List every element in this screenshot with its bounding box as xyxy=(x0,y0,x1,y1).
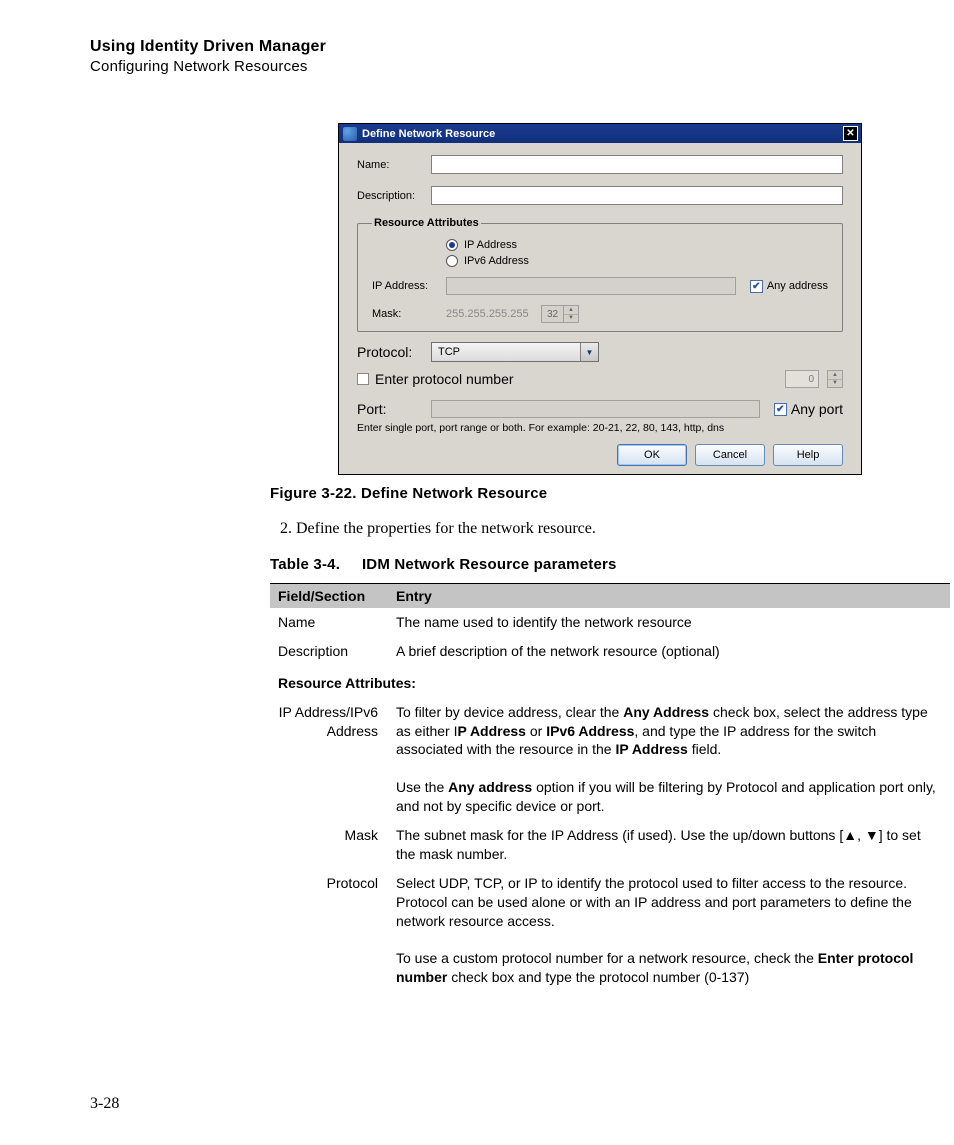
dialog-titlebar: Define Network Resource ✕ xyxy=(339,124,861,143)
mask-spinner-value: 32 xyxy=(542,306,564,322)
table-row: Protocol Select UDP, TCP, or IP to ident… xyxy=(270,869,950,992)
table-row: Description A brief description of the n… xyxy=(270,637,950,666)
ipv6-address-radio[interactable] xyxy=(446,255,458,267)
cancel-button[interactable]: Cancel xyxy=(695,444,765,466)
define-network-resource-dialog: Define Network Resource ✕ Name: Descript… xyxy=(338,123,862,475)
any-address-label: Any address xyxy=(767,280,828,292)
parameters-table: Field/Section Entry Name The name used t… xyxy=(270,583,950,992)
name-field[interactable] xyxy=(431,155,843,174)
mask-label: Mask: xyxy=(372,308,446,320)
ok-button[interactable]: OK xyxy=(617,444,687,466)
protocol-number-field[interactable] xyxy=(785,370,819,388)
ipv6-address-radio-label: IPv6 Address xyxy=(464,255,529,267)
chevron-up-icon[interactable]: ▲ xyxy=(828,371,842,380)
description-field[interactable] xyxy=(431,186,843,205)
any-port-checkbox[interactable]: ✔ xyxy=(774,403,787,416)
step-text: 2. Define the properties for the network… xyxy=(280,520,874,538)
table-caption: Table 3-4. IDM Network Resource paramete… xyxy=(270,556,874,573)
enter-protocol-number-checkbox[interactable] xyxy=(357,373,369,385)
port-field[interactable] xyxy=(431,400,760,418)
col-field: Field/Section xyxy=(270,584,388,609)
name-label: Name: xyxy=(357,159,431,171)
dialog-body: Name: Description: Resource Attributes I… xyxy=(339,143,861,474)
ip-address-radio-label: IP Address xyxy=(464,239,517,251)
ip-address-radio[interactable] xyxy=(446,239,458,251)
chevron-down-icon: ▼ xyxy=(580,343,598,361)
port-label: Port: xyxy=(357,401,431,417)
chevron-down-icon[interactable]: ▼ xyxy=(828,380,842,388)
table-row: Name The name used to identify the netwo… xyxy=(270,608,950,637)
resource-attributes-group: Resource Attributes IP Address IPv6 Addr… xyxy=(357,217,843,332)
page-number: 3-28 xyxy=(90,1095,119,1113)
doc-subtitle: Configuring Network Resources xyxy=(90,58,874,75)
resource-attributes-legend: Resource Attributes xyxy=(372,217,481,229)
app-icon xyxy=(343,127,357,141)
table-row: Resource Attributes: xyxy=(270,666,950,698)
ip-address-label: IP Address: xyxy=(372,280,446,292)
chevron-up-icon[interactable]: ▲ xyxy=(564,306,578,315)
enter-protocol-number-label: Enter protocol number xyxy=(375,371,514,387)
close-icon[interactable]: ✕ xyxy=(843,126,858,141)
any-address-checkbox[interactable]: ✔ xyxy=(750,280,763,293)
protocol-dropdown[interactable]: TCP ▼ xyxy=(431,342,599,362)
protocol-label: Protocol: xyxy=(357,344,431,360)
doc-header: Using Identity Driven Manager Configurin… xyxy=(90,38,874,75)
chevron-down-icon[interactable]: ▼ xyxy=(564,315,578,323)
dialog-title: Define Network Resource xyxy=(362,128,495,140)
ip-address-field[interactable] xyxy=(446,277,736,295)
table-row: IP Address/IPv6 Address To filter by dev… xyxy=(270,698,950,821)
protocol-selected: TCP xyxy=(438,346,460,358)
help-button[interactable]: Help xyxy=(773,444,843,466)
any-port-label: Any port xyxy=(791,401,843,417)
description-label: Description: xyxy=(357,190,431,202)
mask-value: 255.255.255.255 xyxy=(446,308,541,320)
mask-spinner[interactable]: 32 ▲ ▼ xyxy=(541,305,579,323)
figure-caption: Figure 3-22. Define Network Resource xyxy=(270,485,874,502)
protocol-number-spinner[interactable]: ▲ ▼ xyxy=(827,370,843,388)
port-hint: Enter single port, port range or both. F… xyxy=(357,422,843,434)
table-row: Mask The subnet mask for the IP Address … xyxy=(270,821,950,869)
doc-title: Using Identity Driven Manager xyxy=(90,38,874,56)
col-entry: Entry xyxy=(388,584,950,609)
